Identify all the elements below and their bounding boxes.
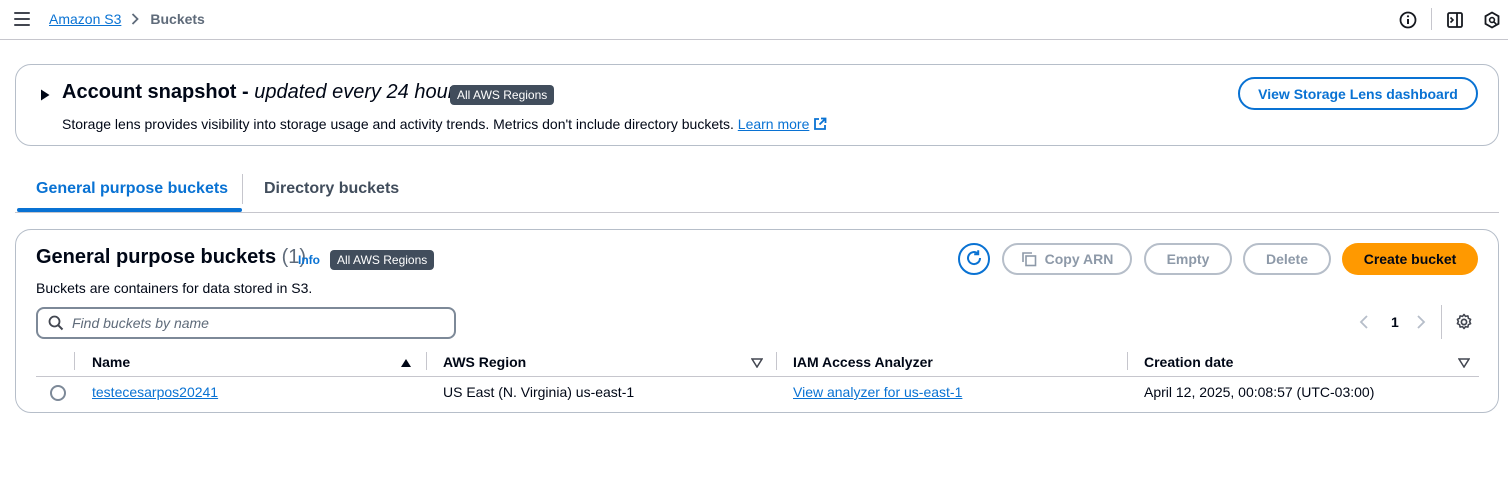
view-analyzer-link[interactable]: View analyzer for us-east-1 [793, 384, 962, 400]
general-purpose-buckets-panel: General purpose buckets (1) Info All AWS… [15, 229, 1499, 413]
bucket-name-link[interactable]: testecesarpos20241 [92, 384, 218, 400]
pagination-divider [1441, 305, 1442, 339]
sort-ascending-icon[interactable] [400, 355, 412, 371]
panel-icon[interactable] [1445, 10, 1465, 30]
view-storage-lens-button[interactable]: View Storage Lens dashboard [1238, 77, 1478, 110]
active-tab-indicator [17, 208, 242, 212]
sort-icon[interactable] [750, 355, 764, 371]
bucket-type-tabs: General purpose buckets Directory bucket… [15, 168, 1499, 213]
snapshot-title-italic: updated every 24 hours [254, 81, 465, 103]
regions-badge: All AWS Regions [450, 85, 555, 105]
search-input[interactable] [72, 315, 432, 331]
page-number[interactable]: 1 [1391, 314, 1399, 330]
tab-general-purpose-buckets[interactable]: General purpose buckets [36, 180, 228, 198]
tab-directory-buckets[interactable]: Directory buckets [264, 180, 399, 198]
info-link[interactable]: Info [298, 253, 320, 267]
search-icon [48, 315, 64, 331]
breadcrumb-buckets: Buckets [150, 11, 205, 27]
row-select-radio[interactable] [50, 385, 66, 401]
refresh-button[interactable] [958, 243, 990, 275]
refresh-icon [965, 249, 983, 270]
column-name[interactable]: Name [92, 354, 130, 370]
gear-icon[interactable] [1455, 313, 1473, 334]
buckets-description: Buckets are containers for data stored i… [36, 280, 313, 296]
snapshot-title[interactable]: Account snapshot - updated every 24 hour… [62, 81, 464, 104]
bucket-creation-date: April 12, 2025, 00:08:57 (UTC-03:00) [1144, 384, 1375, 400]
table-row[interactable]: testecesarpos20241 US East (N. Virginia)… [36, 377, 1479, 409]
bucket-region: US East (N. Virginia) us-east-1 [443, 384, 635, 400]
chevron-right-icon[interactable] [1416, 314, 1426, 333]
chevron-right-icon [131, 13, 140, 25]
delete-button[interactable]: Delete [1243, 243, 1331, 275]
column-divider [1127, 352, 1128, 370]
snapshot-title-text: Account snapshot - [62, 81, 255, 103]
hexagon-icon[interactable] [1482, 10, 1502, 30]
regions-badge: All AWS Regions [330, 250, 435, 270]
column-divider [74, 352, 75, 370]
create-bucket-button[interactable]: Create bucket [1342, 243, 1478, 275]
column-aws-region[interactable]: AWS Region [443, 354, 526, 370]
chevron-left-icon[interactable] [1359, 314, 1369, 333]
top-navigation-bar: Amazon S3 Buckets [0, 0, 1508, 40]
external-link-icon[interactable] [813, 117, 827, 134]
column-iam-access-analyzer[interactable]: IAM Access Analyzer [793, 354, 933, 370]
breadcrumb: Amazon S3 Buckets [49, 11, 205, 27]
learn-more-link[interactable]: Learn more [738, 116, 810, 132]
breadcrumb-amazon-s3[interactable]: Amazon S3 [49, 11, 121, 27]
column-divider [776, 352, 777, 370]
sort-icon[interactable] [1457, 355, 1471, 371]
snapshot-description-text: Storage lens provides visibility into st… [62, 116, 738, 132]
buckets-title: General purpose buckets (1) [36, 246, 306, 269]
column-divider [426, 352, 427, 370]
tab-divider [242, 174, 243, 204]
menu-icon[interactable] [14, 12, 30, 26]
empty-button[interactable]: Empty [1144, 243, 1232, 275]
buckets-title-text: General purpose buckets [36, 246, 277, 268]
bucket-search-box[interactable] [36, 307, 456, 339]
snapshot-description: Storage lens provides visibility into st… [62, 116, 827, 134]
table-header: Name AWS Region IAM Access Analyzer Crea… [36, 348, 1479, 377]
account-snapshot-panel: Account snapshot - updated every 24 hour… [15, 64, 1499, 146]
caret-right-icon[interactable] [40, 88, 50, 101]
topbar-divider [1431, 8, 1432, 30]
copy-icon [1021, 251, 1037, 267]
copy-arn-button[interactable]: Copy ARN [1002, 243, 1132, 275]
column-creation-date[interactable]: Creation date [1144, 354, 1233, 370]
info-icon[interactable] [1398, 10, 1418, 30]
copy-arn-label: Copy ARN [1044, 251, 1114, 267]
